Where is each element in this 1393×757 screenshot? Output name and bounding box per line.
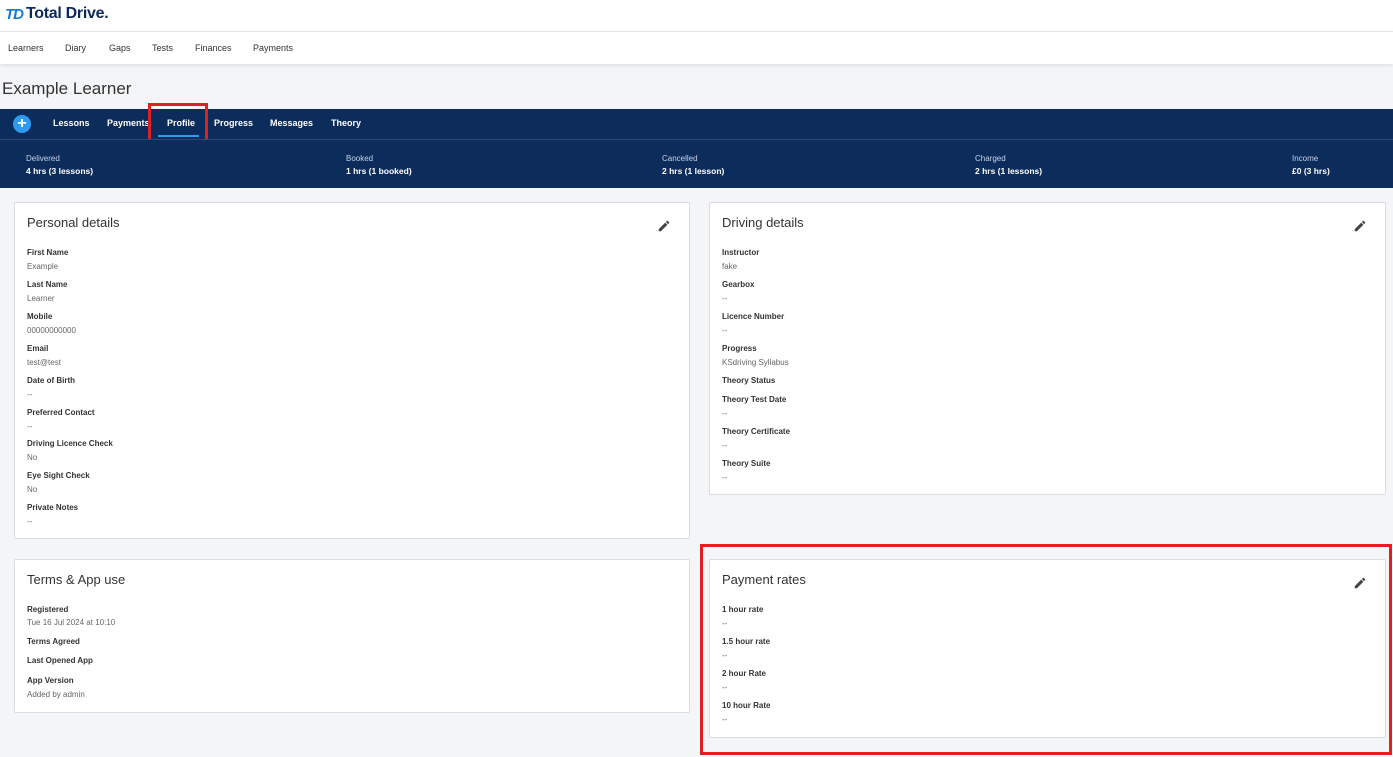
stat-cancelled: Cancelled 2 hrs (1 lesson) [662,154,724,176]
stat-label: Delivered [26,154,60,163]
field-label: Instructor [722,248,760,257]
top-bar: TD Total Drive. [0,0,1393,32]
driving-details-card: Driving details Instructor fake Gearbox … [709,202,1386,495]
plus-icon: + [17,115,27,132]
stat-booked: Booked 1 hrs (1 booked) [346,154,412,176]
main-nav: Learners Diary Gaps Tests Finances Payme… [0,32,1393,64]
card-title: Terms & App use [27,572,126,587]
field-value: No [27,485,38,494]
field-label: Email [27,344,49,353]
stat-label: Income [1292,154,1319,163]
tab-progress[interactable]: Progress [214,118,253,128]
payment-rates-highlight [700,544,1392,755]
field-value: No [27,453,38,462]
stat-value: 2 hrs (1 lesson) [662,166,725,176]
nav-finances[interactable]: Finances [195,43,232,53]
field-label: App Version [27,676,74,685]
personal-details-card: Personal details First Name Example Last… [14,202,690,539]
nav-payments[interactable]: Payments [253,43,293,53]
field-value: 00000000000 [27,326,76,335]
field-label: Private Notes [27,503,79,512]
add-button[interactable]: + [13,115,31,133]
logo-mark: TD [5,5,24,23]
field-value: Learner [27,294,55,303]
field-value: -- [722,473,728,482]
field-label: Licence Number [722,312,785,321]
stat-value: 1 hrs (1 booked) [346,166,412,176]
nav-diary[interactable]: Diary [65,43,86,53]
field-label: Driving Licence Check [27,439,113,448]
learner-tab-bar: + Lessons Payments Profile Progress Mess… [0,109,1393,139]
field-value: fake [722,262,738,271]
page-title: Example Learner [2,79,132,98]
field-label: Registered [27,605,69,614]
field-value: -- [722,441,728,450]
stats-bar: Delivered 4 hrs (3 lessons) Booked 1 hrs… [0,139,1393,188]
stat-value: 4 hrs (3 lessons) [26,166,94,176]
field-label: Progress [722,344,757,353]
field-label: Date of Birth [27,376,75,385]
stat-delivered: Delivered 4 hrs (3 lessons) [26,154,93,176]
tab-messages[interactable]: Messages [270,118,313,128]
field-label: Theory Test Date [722,395,787,404]
field-label: Preferred Contact [27,408,95,417]
pencil-icon[interactable] [657,219,671,233]
field-label: Theory Certificate [722,427,791,436]
field-label: Last Opened App [27,656,93,665]
card-title: Driving details [722,215,804,230]
field-value: Added by admin [27,690,85,699]
field-value: KSdriving Syllabus [722,358,789,367]
stat-label: Charged [975,154,1006,163]
logo[interactable]: TD Total Drive. [5,4,109,24]
tab-payments[interactable]: Payments [107,118,150,128]
pencil-icon[interactable] [1353,219,1367,233]
stat-label: Booked [346,154,374,163]
field-label: Terms Agreed [27,637,80,646]
field-label: Theory Suite [722,459,771,468]
nav-tests[interactable]: Tests [152,43,173,53]
stat-charged: Charged 2 hrs (1 lessons) [975,154,1042,176]
stat-value: £0 (3 hrs) [1292,166,1330,176]
stat-value: 2 hrs (1 lessons) [975,166,1043,176]
field-label: Mobile [27,312,53,321]
nav-gaps[interactable]: Gaps [109,43,131,53]
field-label: Last Name [27,280,68,289]
card-title: Personal details [27,215,120,230]
field-value: -- [722,326,728,335]
field-label: Gearbox [722,280,755,289]
field-value: Tue 16 Jul 2024 at 10:10 [27,618,116,627]
field-value: -- [722,294,728,303]
field-label: Theory Status [722,376,776,385]
terms-app-use-card: Terms & App use Registered Tue 16 Jul 20… [14,559,690,713]
field-value: -- [722,409,728,418]
nav-learners[interactable]: Learners [8,43,44,53]
field-value: test@test [27,358,61,367]
field-value: -- [27,422,33,431]
logo-text: Total Drive. [26,5,109,22]
stat-label: Cancelled [662,154,698,163]
tab-lessons[interactable]: Lessons [53,118,90,128]
stat-income: Income £0 (3 hrs) [1292,154,1330,176]
tab-theory[interactable]: Theory [331,118,361,128]
field-value: -- [27,517,33,526]
field-value: -- [27,390,33,399]
field-label: Eye Sight Check [27,471,90,480]
field-label: First Name [27,248,69,257]
field-value: Example [27,262,59,271]
